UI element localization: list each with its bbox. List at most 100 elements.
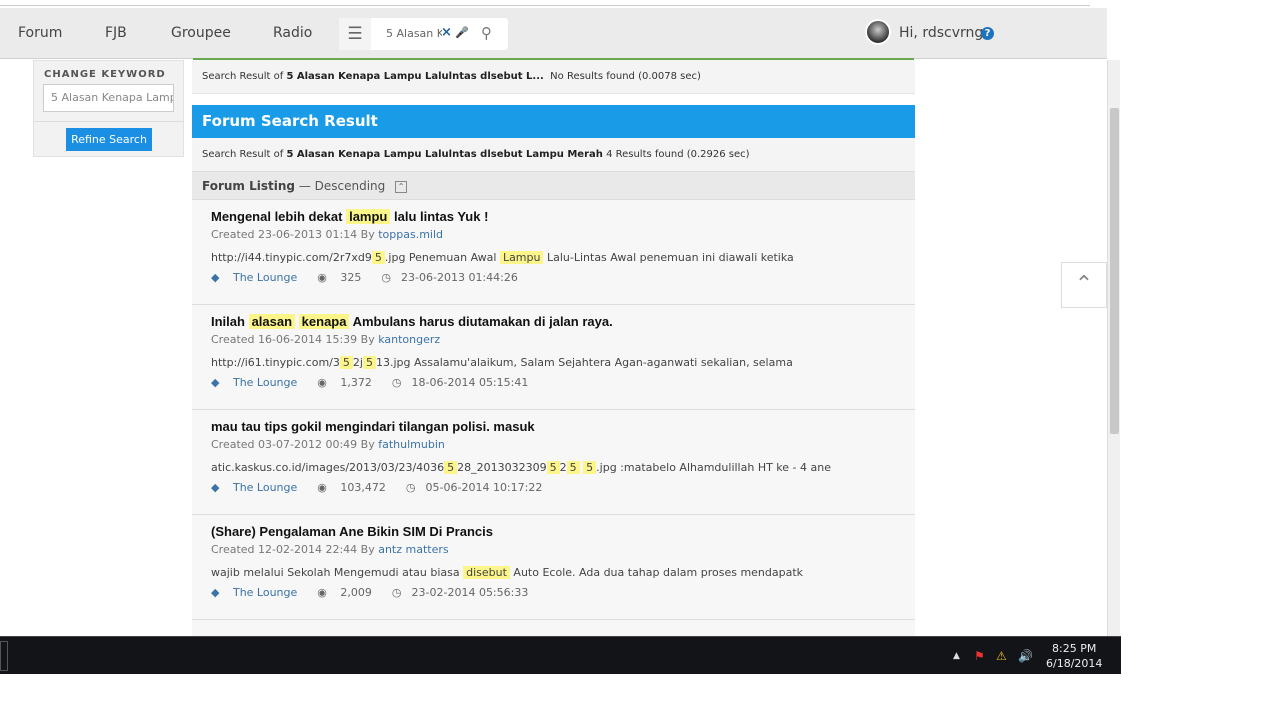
avatar[interactable] [865, 19, 891, 45]
forum-search-result-heading: Forum Search Result [192, 105, 915, 138]
text-segment: Lalu-Lintas Awal penemuan ini diawali ke… [543, 251, 794, 264]
eye-icon: ◉ [317, 586, 331, 599]
view-count: 103,472 [340, 481, 386, 494]
divider [34, 121, 183, 122]
highlight: 5 [362, 356, 376, 369]
forum-result-summary: Search Result of 5 Alasan Kenapa Lampu L… [192, 138, 915, 171]
hamburger-menu-icon[interactable]: ☰ [339, 18, 371, 50]
search-input[interactable]: 5 Alasan Kenapa [386, 27, 442, 40]
scrollbar-thumb[interactable] [1110, 108, 1119, 434]
collapse-icon[interactable]: ⌃ [395, 181, 408, 193]
thread-title-link[interactable]: Inilah alasan kenapa Ambulans harus diut… [211, 314, 896, 332]
view-count: 325 [340, 271, 362, 284]
nav-radio[interactable]: Radio [273, 25, 312, 41]
author-link[interactable]: fathulmubin [378, 438, 445, 451]
highlight: 5 [583, 461, 597, 474]
clock-icon: ◷ [405, 481, 416, 494]
taskbar: ▲ ⚑ ⚠ 🔊 8:25 PM 6/18/2014 [0, 636, 1121, 674]
nav-forum[interactable]: Forum [18, 25, 62, 41]
user-greeting[interactable]: Hi, rdscvrng [899, 25, 983, 41]
author-link[interactable]: antz matters [378, 543, 448, 556]
chevron-up-icon: ⌃ [1074, 272, 1094, 297]
list-item: (Share) Pengalaman Ane Bikin SIM Di Pran… [192, 515, 915, 620]
category-label: The Lounge [232, 376, 298, 389]
help-icon[interactable]: ? [981, 27, 994, 40]
thread-snippet: atic.kaskus.co.id/images/2013/03/23/4036… [211, 461, 896, 474]
text-segment: wajib melalui Sekolah Mengemudi atau bia… [211, 566, 464, 579]
search-box: ☰ 5 Alasan Kenapa × 🎤 ⚲ [339, 18, 508, 50]
category-link[interactable]: ◆ The Lounge [211, 481, 307, 494]
tag-icon: ◆ [211, 586, 223, 599]
scrollbar[interactable] [1107, 60, 1120, 636]
action-center-flag-icon[interactable]: ⚑ [974, 649, 985, 663]
clock-icon: ◷ [391, 376, 402, 389]
text-segment: (Share) Pengalaman Ane Bikin SIM Di Pran… [211, 524, 493, 539]
show-hidden-icons-icon[interactable]: ▲ [953, 651, 960, 661]
result-query: 5 Alasan Kenapa Lampu Lalulntas dlsebut … [286, 149, 603, 160]
highlight: alasan [248, 314, 296, 329]
eye-icon: ◉ [317, 481, 331, 494]
category-label: The Lounge [232, 271, 298, 284]
refine-search-button[interactable]: Refine Search [66, 128, 152, 151]
start-edge[interactable] [0, 641, 8, 671]
thread-footer: ◆ The Lounge ◉ 103,472 ◷ 05-06-2014 10:17:2… [211, 481, 896, 494]
clock[interactable]: 8:25 PM 6/18/2014 [1046, 641, 1102, 671]
nav-groupee[interactable]: Groupee [171, 25, 231, 41]
text-segment: 2 [559, 461, 567, 474]
thread-snippet: http://i61.tinypic.com/3 5 2j 5 13.jpg Assal… [211, 356, 896, 369]
listing-order: — Descending [298, 179, 386, 193]
thread-meta: Created 23-06-2013 01:14 By toppas.mild [211, 228, 896, 241]
clock-date: 6/18/2014 [1046, 657, 1103, 670]
created-text: Created 23-06-2013 01:14 By [211, 228, 375, 241]
created-text: Created 16-06-2014 15:39 By [211, 333, 375, 346]
thread-title-link[interactable]: Mengenal lebih dekat lampu lalu lintas Y… [211, 209, 896, 227]
highlight: 5 [444, 461, 458, 474]
highlight: Lampu [499, 251, 544, 264]
category-link[interactable]: ◆ The Lounge [211, 376, 307, 389]
highlight: 5 [339, 356, 353, 369]
text-segment: 28_2013032309 [457, 461, 547, 474]
clock-icon: ◷ [381, 271, 392, 284]
scroll-to-top-button[interactable]: ⌃ [1061, 262, 1107, 308]
clock-icon: ◷ [391, 586, 402, 599]
eye-icon: ◉ [317, 376, 331, 389]
result-status: No Results found (0.0078 sec) [550, 71, 701, 82]
thread-title-link[interactable]: (Share) Pengalaman Ane Bikin SIM Di Pran… [211, 524, 896, 542]
tag-icon: ◆ [211, 271, 223, 284]
text-segment: Inilah [211, 314, 249, 329]
tag-icon: ◆ [211, 376, 223, 389]
text-segment: http://i61.tinypic.com/3 [211, 356, 340, 369]
search-result-summary: Search Result of 5 Alasan Kenapa Lampu L… [192, 60, 915, 94]
text-segment: 13.jpg Assalamu'alaikum, Salam Sejahtera… [375, 356, 793, 369]
highlight: 5 [566, 461, 580, 474]
category-link[interactable]: ◆ The Lounge [211, 586, 307, 599]
created-text: Created 12-02-2014 22:44 By [211, 543, 375, 556]
author-link[interactable]: toppas.mild [378, 228, 443, 241]
keyword-input[interactable]: 5 Alasan Kenapa Lampu [43, 84, 174, 112]
result-status: 4 Results found (0.2926 sec) [606, 149, 750, 160]
search-icon[interactable]: ⚲ [481, 24, 492, 42]
author-link[interactable]: kantongerz [378, 333, 440, 346]
thread-footer: ◆ The Lounge ◉ 325 ◷ 23-06-2013 01:44:26 [211, 271, 896, 284]
network-warning-icon[interactable]: ⚠ [996, 649, 1007, 663]
thread-meta: Created 16-06-2014 15:39 By kantongerz [211, 333, 896, 346]
clear-icon[interactable]: × [441, 25, 452, 40]
category-link[interactable]: ◆ The Lounge [211, 271, 307, 284]
browser-top-strip [0, 0, 1090, 6]
volume-icon[interactable]: 🔊 [1018, 649, 1033, 663]
thread-footer: ◆ The Lounge ◉ 1,372 ◷ 18-06-2014 05:15:41 [211, 376, 896, 389]
change-keyword-heading: CHANGE KEYWORD [44, 69, 166, 80]
category-label: The Lounge [232, 586, 298, 599]
list-item: Mengenal lebih dekat lampu lalu lintas Y… [192, 200, 915, 305]
sidebar-change-keyword: CHANGE KEYWORD 5 Alasan Kenapa Lampu Ref… [33, 60, 184, 157]
highlight: kenapa [298, 314, 350, 329]
result-prefix: Search Result of [202, 71, 284, 82]
thread-title-link[interactable]: mau tau tips gokil mengindari tilangan p… [211, 419, 896, 437]
list-item: Inilah alasan kenapa Ambulans harus diut… [192, 305, 915, 410]
nav-fjb[interactable]: FJB [105, 25, 127, 41]
text-segment: atic.kaskus.co.id/images/2013/03/23/4036 [211, 461, 445, 474]
text-segment: .jpg Penemuan Awal [384, 251, 500, 264]
top-nav: Forum FJB Groupee Radio ☰ 5 Alasan Kenap… [0, 8, 1107, 59]
view-count: 1,372 [340, 376, 372, 389]
microphone-icon[interactable]: 🎤 [455, 26, 469, 39]
